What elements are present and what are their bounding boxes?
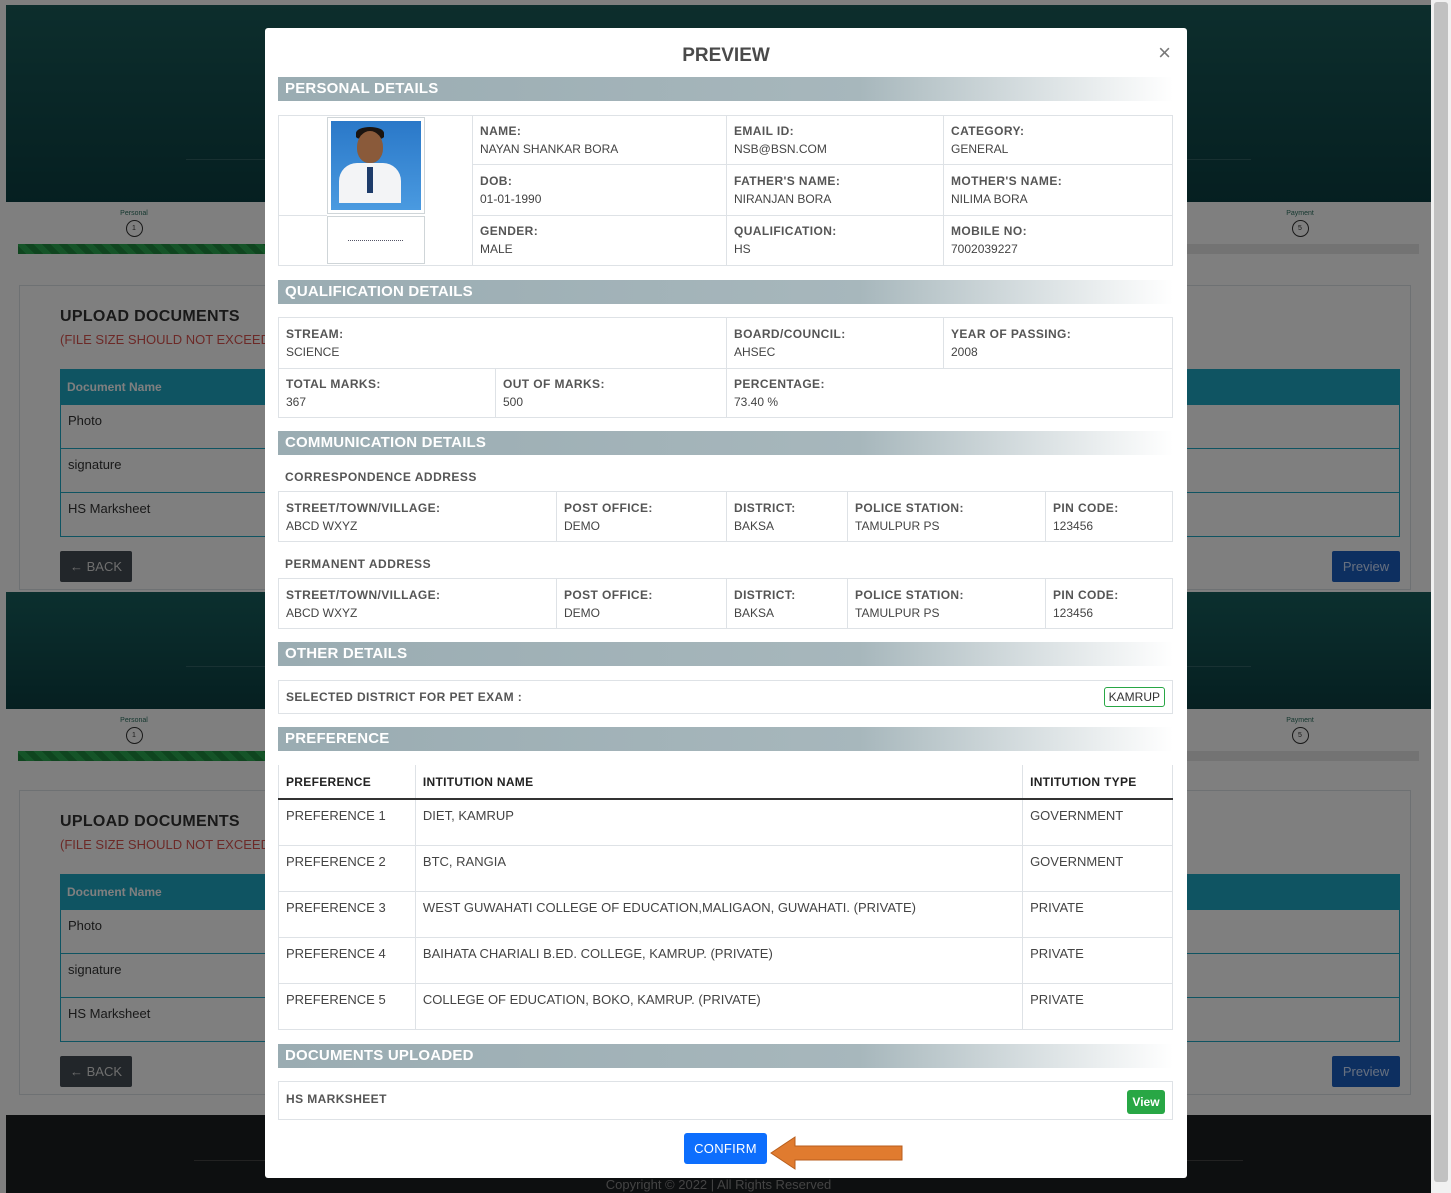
permanent-address-box: STREET/TOWN/VILLAGE: ABCD WXYZ POST OFFIC…: [278, 578, 1173, 629]
field-dob: DOB: 01-01-1990: [480, 174, 542, 206]
field-post-office: POST OFFICE: DEMO: [564, 501, 653, 533]
document-name: HS MARKSHEET: [286, 1092, 387, 1106]
col-header-institution-name: INTITUTION NAME: [414, 765, 1023, 800]
field-total-marks: TOTAL MARKS: 367: [286, 377, 381, 409]
section-communication-details: COMMUNICATION DETAILS: [278, 431, 1173, 455]
view-document-button[interactable]: View: [1127, 1090, 1165, 1114]
field-street: STREET/TOWN/VILLAGE: ABCD WXYZ: [286, 588, 441, 620]
pet-exam-district-badge: KAMRUP: [1103, 687, 1165, 707]
field-father-name: FATHER'S NAME: NIRANJAN BORA: [734, 174, 841, 206]
field-mobile: MOBILE NO: 7002039227: [951, 224, 1027, 256]
field-qualification: QUALIFICATION: HS: [734, 224, 837, 256]
permanent-address-label: PERMANENT ADDRESS: [285, 557, 432, 571]
field-pin-code: PIN CODE: 123456: [1053, 501, 1119, 533]
institution-name: WEST GUWAHATI COLLEGE OF EDUCATION,MALIG…: [414, 890, 1023, 937]
institution-type: PRIVATE: [1022, 982, 1173, 1030]
preference-number: PREFERENCE 4: [278, 936, 416, 983]
scrollbar[interactable]: [1431, 0, 1451, 1193]
table-row: PREFERENCE 2 BTC, RANGIA GOVERNMENT: [278, 844, 1173, 891]
section-preference: PREFERENCE: [278, 727, 1173, 751]
institution-name: DIET, KAMRUP: [414, 798, 1023, 845]
field-percentage: PERCENTAGE: 73.40 %: [734, 377, 825, 409]
table-row: PREFERENCE 4 BAIHATA CHARIALI B.ED. COLL…: [278, 936, 1173, 983]
col-header-institution-type: INTITUTION TYPE: [1022, 765, 1173, 800]
pet-exam-district-label: SELECTED DISTRICT FOR PET EXAM :: [286, 690, 523, 704]
modal-title: PREVIEW: [682, 45, 770, 66]
table-row: PREFERENCE 3 WEST GUWAHATI COLLEGE OF ED…: [278, 890, 1173, 937]
field-board: BOARD/COUNCIL: AHSEC: [734, 327, 846, 359]
institution-name: BTC, RANGIA: [414, 844, 1023, 891]
documents-uploaded-box: HS MARKSHEET View: [278, 1081, 1173, 1120]
field-district: DISTRICT: BAKSA: [734, 501, 796, 533]
field-email: EMAIL ID: NSB@BSN.COM: [734, 124, 827, 156]
other-details-box: SELECTED DISTRICT FOR PET EXAM : KAMRUP: [278, 680, 1173, 714]
applicant-photo: [327, 117, 425, 214]
col-header-preference: PREFERENCE: [278, 765, 416, 800]
table-row: PREFERENCE 1 DIET, KAMRUP GOVERNMENT: [278, 798, 1173, 845]
field-district: DISTRICT: BAKSA: [734, 588, 796, 620]
table-row: PREFERENCE 5 COLLEGE OF EDUCATION, BOKO,…: [278, 982, 1173, 1030]
applicant-signature: [327, 216, 425, 264]
confirm-button[interactable]: CONFIRM: [684, 1133, 767, 1164]
institution-type: GOVERNMENT: [1022, 844, 1173, 891]
institution-name: COLLEGE OF EDUCATION, BOKO, KAMRUP. (PRI…: [414, 982, 1023, 1030]
preference-number: PREFERENCE 2: [278, 844, 416, 891]
institution-name: BAIHATA CHARIALI B.ED. COLLEGE, KAMRUP. …: [414, 936, 1023, 983]
field-stream: STREAM: SCIENCE: [286, 327, 344, 359]
correspondence-address-box: STREET/TOWN/VILLAGE: ABCD WXYZ POST OFFIC…: [278, 491, 1173, 542]
field-post-office: POST OFFICE: DEMO: [564, 588, 653, 620]
personal-details-box: NAME: NAYAN SHANKAR BORA EMAIL ID: NSB@BSN…: [278, 115, 1173, 266]
pointer-arrow-icon: [770, 1136, 903, 1170]
institution-type: PRIVATE: [1022, 890, 1173, 937]
preview-modal: PREVIEW × PERSONAL DETAILS NAME: NAYAN SH…: [265, 28, 1187, 1178]
close-icon[interactable]: ×: [1158, 40, 1171, 66]
section-documents-uploaded: DOCUMENTS UPLOADED: [278, 1044, 1173, 1068]
field-year-of-passing: YEAR OF PASSING: 2008: [951, 327, 1072, 359]
section-qualification-details: QUALIFICATION DETAILS: [278, 280, 1173, 304]
field-police-station: POLICE STATION: TAMULPUR PS: [855, 588, 964, 620]
field-category: CATEGORY: GENERAL: [951, 124, 1025, 156]
field-police-station: POLICE STATION: TAMULPUR PS: [855, 501, 964, 533]
section-other-details: OTHER DETAILS: [278, 642, 1173, 666]
field-street: STREET/TOWN/VILLAGE: ABCD WXYZ: [286, 501, 441, 533]
preference-table: PREFERENCE INTITUTION NAME INTITUTION TY…: [278, 765, 1173, 1030]
section-personal-details: PERSONAL DETAILS: [278, 77, 1173, 101]
field-gender: GENDER: MALE: [480, 224, 539, 256]
preference-number: PREFERENCE 3: [278, 890, 416, 937]
field-pin-code: PIN CODE: 123456: [1053, 588, 1119, 620]
institution-type: PRIVATE: [1022, 936, 1173, 983]
preference-number: PREFERENCE 1: [278, 798, 416, 845]
qualification-details-box: STREAM: SCIENCE BOARD/COUNCIL: AHSEC YEAR …: [278, 317, 1173, 418]
preference-number: PREFERENCE 5: [278, 982, 416, 1030]
field-out-of-marks: OUT OF MARKS: 500: [503, 377, 605, 409]
field-mother-name: MOTHER'S NAME: NILIMA BORA: [951, 174, 1063, 206]
correspondence-address-label: CORRESPONDENCE ADDRESS: [285, 470, 477, 484]
field-name: NAME: NAYAN SHANKAR BORA: [480, 124, 619, 156]
institution-type: GOVERNMENT: [1022, 798, 1173, 845]
